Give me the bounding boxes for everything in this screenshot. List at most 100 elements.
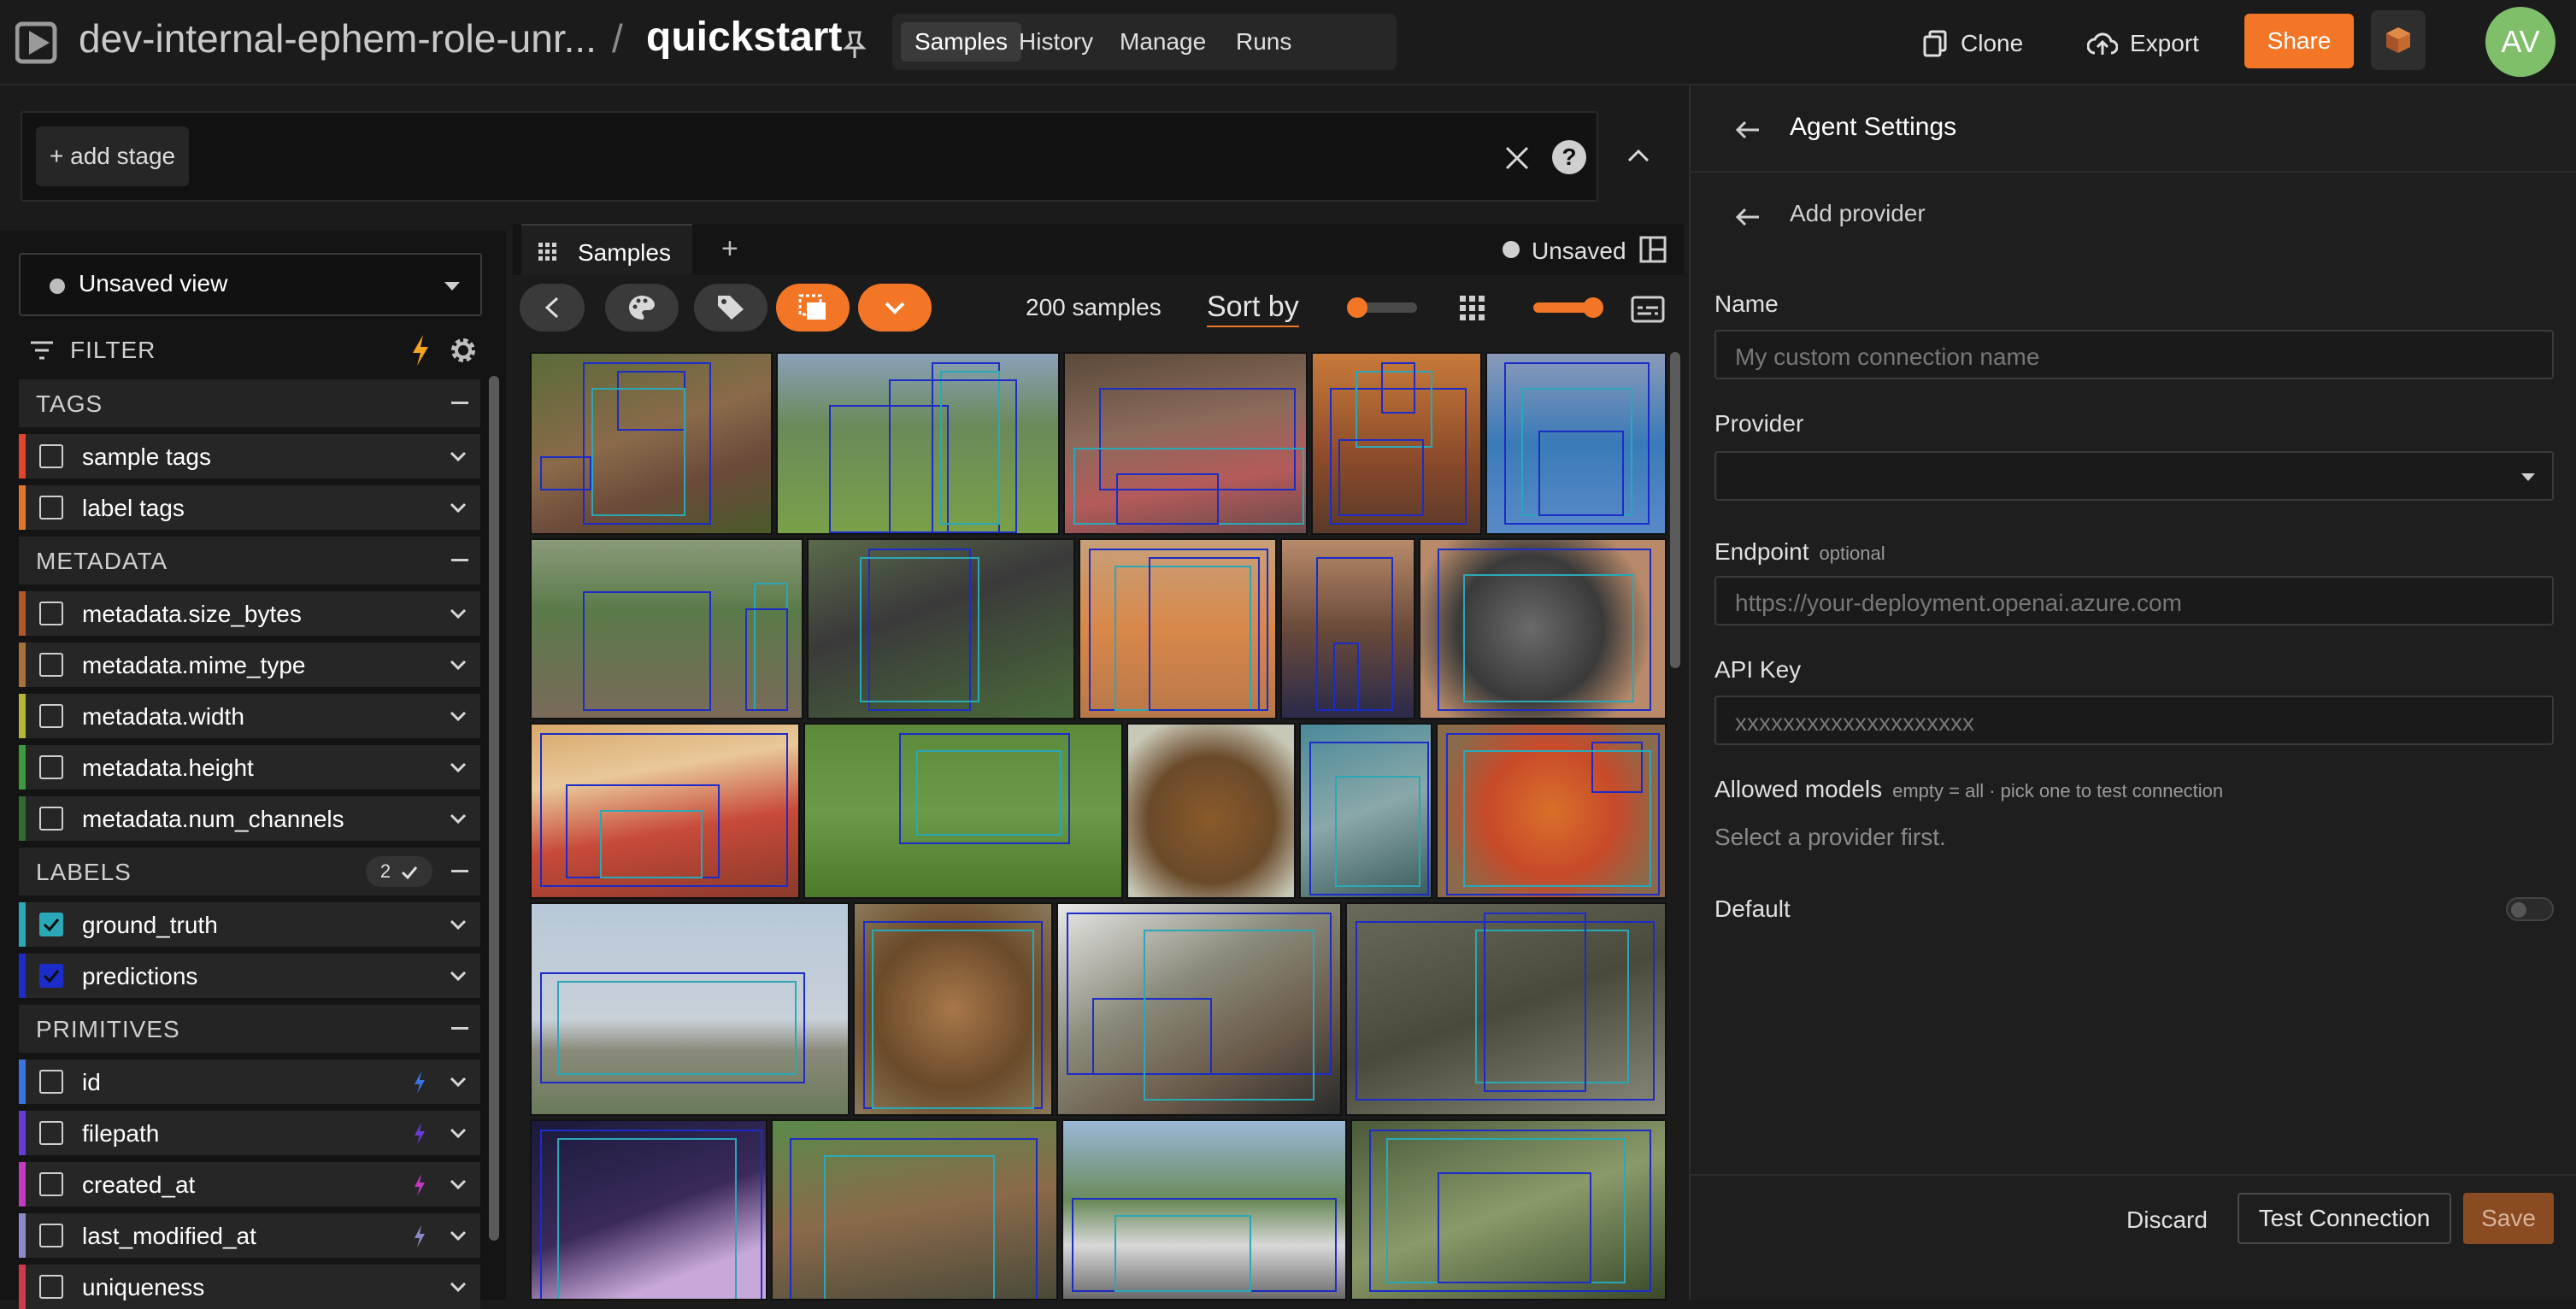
field-checkbox-checked[interactable] bbox=[39, 913, 63, 936]
default-toggle[interactable] bbox=[2506, 897, 2554, 921]
group-header-primitives[interactable]: PRIMITIVES bbox=[19, 1005, 480, 1053]
field-row-predictions[interactable]: predictions bbox=[19, 954, 480, 998]
sample-tile[interactable] bbox=[803, 723, 1123, 899]
name-field[interactable]: My custom connection name bbox=[1714, 330, 2554, 379]
api-key-field[interactable]: xxxxxxxxxxxxxxxxxxxx bbox=[1714, 696, 2554, 745]
field-row-ground-truth[interactable]: ground_truth bbox=[19, 902, 480, 947]
clone-button[interactable]: Clone bbox=[1923, 24, 2023, 63]
collapse-dash-icon[interactable] bbox=[451, 559, 468, 561]
sample-tile[interactable] bbox=[1079, 538, 1277, 719]
help-icon[interactable]: ? bbox=[1552, 140, 1586, 174]
share-button[interactable]: Share bbox=[2244, 14, 2354, 68]
sample-tile[interactable] bbox=[1485, 352, 1667, 535]
cube-button[interactable] bbox=[2371, 10, 2426, 70]
chevron-down-icon[interactable] bbox=[448, 757, 468, 778]
patches-dropdown-button[interactable] bbox=[858, 284, 932, 332]
field-row-filepath[interactable]: filepath bbox=[19, 1111, 480, 1155]
chevron-down-icon[interactable] bbox=[448, 1277, 468, 1297]
test-connection-button[interactable]: Test Connection bbox=[2238, 1193, 2451, 1244]
pin-icon[interactable] bbox=[841, 29, 868, 60]
field-row-created-at[interactable]: created_at bbox=[19, 1162, 480, 1206]
sample-tile[interactable] bbox=[530, 1119, 768, 1300]
tab-manage[interactable]: Manage bbox=[1106, 22, 1220, 62]
sample-tile[interactable] bbox=[853, 902, 1053, 1116]
sample-tile[interactable] bbox=[1126, 723, 1296, 899]
add-panel-button[interactable]: + bbox=[721, 232, 738, 266]
field-checkbox[interactable] bbox=[39, 496, 63, 519]
tab-runs[interactable]: Runs bbox=[1222, 22, 1305, 62]
field-row-uniqueness[interactable]: uniqueness bbox=[19, 1265, 480, 1309]
zoom-slider[interactable] bbox=[1530, 297, 1605, 318]
group-header-labels[interactable]: LABELS 2 bbox=[19, 848, 480, 895]
field-checkbox[interactable] bbox=[39, 755, 63, 779]
field-checkbox[interactable] bbox=[39, 653, 63, 677]
chevron-up-icon[interactable] bbox=[1624, 145, 1653, 166]
field-row-mime-type[interactable]: metadata.mime_type bbox=[19, 643, 480, 687]
chevron-down-icon[interactable] bbox=[448, 1174, 468, 1195]
field-checkbox[interactable] bbox=[39, 444, 63, 468]
chevron-down-icon[interactable] bbox=[448, 446, 468, 467]
back-arrow-icon[interactable] bbox=[1735, 120, 1761, 140]
field-checkbox[interactable] bbox=[39, 1224, 63, 1247]
sample-tile[interactable] bbox=[1419, 538, 1667, 719]
tab-samples-panel[interactable]: Samples bbox=[521, 224, 692, 275]
sort-by-button[interactable]: Sort by bbox=[1207, 291, 1299, 327]
chevron-down-icon[interactable] bbox=[448, 603, 468, 624]
field-row-sample-tags[interactable]: sample tags bbox=[19, 434, 480, 478]
save-button[interactable]: Save bbox=[2463, 1193, 2554, 1244]
captions-icon[interactable] bbox=[1631, 296, 1665, 323]
add-stage-button[interactable]: + add stage bbox=[36, 126, 190, 186]
sample-tile[interactable] bbox=[1063, 352, 1308, 535]
sample-tile[interactable] bbox=[1311, 352, 1482, 535]
field-checkbox[interactable] bbox=[39, 807, 63, 831]
field-row-num-channels[interactable]: metadata.num_channels bbox=[19, 796, 480, 841]
sample-tile[interactable] bbox=[530, 902, 850, 1116]
sample-tile[interactable] bbox=[1345, 902, 1667, 1116]
chevron-down-icon[interactable] bbox=[448, 706, 468, 726]
sort-order-toggle[interactable] bbox=[1345, 297, 1420, 318]
endpoint-field[interactable]: https://your-deployment.openai.azure.com bbox=[1714, 576, 2554, 625]
sample-tile[interactable] bbox=[1299, 723, 1432, 899]
discard-button[interactable]: Discard bbox=[2126, 1206, 2208, 1234]
lightning-icon[interactable] bbox=[409, 333, 432, 367]
layout-icon[interactable] bbox=[1639, 236, 1667, 263]
tab-samples[interactable]: Samples bbox=[901, 22, 1021, 62]
saved-view-select[interactable]: Unsaved view bbox=[19, 253, 482, 316]
provider-select[interactable] bbox=[1714, 451, 2554, 501]
sample-tile[interactable] bbox=[776, 352, 1060, 535]
field-row-label-tags[interactable]: label tags bbox=[19, 485, 480, 530]
field-row-height[interactable]: metadata.height bbox=[19, 745, 480, 790]
tab-history[interactable]: History bbox=[1005, 22, 1107, 62]
chevron-down-icon[interactable] bbox=[448, 1071, 468, 1092]
color-palette-button[interactable] bbox=[605, 284, 679, 332]
sample-tile[interactable] bbox=[1350, 1119, 1667, 1300]
field-checkbox-checked[interactable] bbox=[39, 964, 63, 988]
clear-stages-icon[interactable] bbox=[1503, 144, 1532, 173]
tag-button[interactable] bbox=[694, 284, 768, 332]
sample-tile[interactable] bbox=[1436, 723, 1667, 899]
sample-tile[interactable] bbox=[1056, 902, 1342, 1116]
field-checkbox[interactable] bbox=[39, 1275, 63, 1299]
back-arrow-icon[interactable] bbox=[1735, 207, 1761, 227]
field-checkbox[interactable] bbox=[39, 1121, 63, 1145]
dataset-name[interactable]: dev-internal-ephem-role-unr... bbox=[79, 15, 597, 62]
collapse-dash-icon[interactable] bbox=[451, 402, 468, 404]
field-row-id[interactable]: id bbox=[19, 1060, 480, 1104]
collapse-dash-icon[interactable] bbox=[451, 1027, 468, 1030]
chevron-down-icon[interactable] bbox=[448, 966, 468, 986]
group-header-tags[interactable]: TAGS bbox=[19, 379, 480, 427]
grid-view-icon[interactable] bbox=[1458, 294, 1487, 323]
app-logo-icon[interactable] bbox=[15, 19, 63, 67]
sample-tile[interactable] bbox=[530, 538, 803, 719]
grid-scrollbar[interactable] bbox=[1670, 352, 1680, 668]
chevron-down-icon[interactable] bbox=[448, 914, 468, 935]
field-row-size-bytes[interactable]: metadata.size_bytes bbox=[19, 591, 480, 636]
group-header-metadata[interactable]: METADATA bbox=[19, 537, 480, 584]
collapse-dash-icon[interactable] bbox=[451, 870, 468, 872]
sample-tile[interactable] bbox=[530, 352, 773, 535]
chevron-down-icon[interactable] bbox=[448, 654, 468, 675]
avatar[interactable]: AV bbox=[2485, 7, 2555, 77]
chevron-down-icon[interactable] bbox=[448, 497, 468, 518]
sidebar-scrollbar[interactable] bbox=[489, 376, 499, 1241]
field-checkbox[interactable] bbox=[39, 704, 63, 728]
